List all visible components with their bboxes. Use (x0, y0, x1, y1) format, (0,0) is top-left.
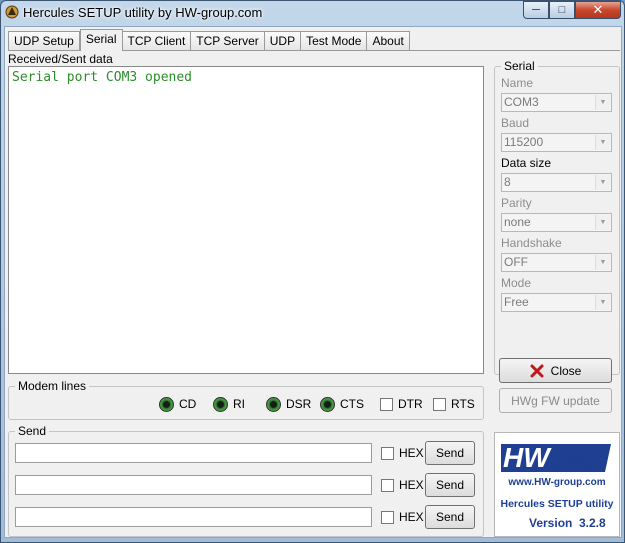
logo-version-number: 3.2.8 (579, 516, 606, 530)
tab-strip: UDP Setup Serial TCP Client TCP Server U… (8, 29, 410, 51)
mode-select[interactable]: Free ▼ (501, 293, 612, 312)
ri-label: RI (233, 397, 245, 411)
dsr-led-icon (266, 397, 281, 412)
maximize-icon: □ (558, 4, 566, 16)
hw-group-logo-graphic: HW group www.HW-group.com Hercules SETUP… (500, 442, 613, 530)
red-x-icon (530, 364, 544, 377)
logo-brand-text: HW (503, 442, 552, 473)
received-data-label: Received/Sent data (8, 52, 113, 66)
name-label: Name (501, 76, 534, 90)
close-icon: ✕ (592, 2, 604, 17)
hex-label-3: HEX (399, 510, 424, 524)
serial-settings-group: Serial Name COM3 ▼ Baud 115200 ▼ Data si… (494, 59, 620, 375)
ri-led-icon (213, 397, 228, 412)
baud-value: 115200 (504, 135, 544, 149)
hex-label-1: HEX (399, 446, 424, 460)
send-button-3[interactable]: Send (425, 505, 475, 529)
name-value: COM3 (504, 95, 539, 109)
maximize-button[interactable]: □ (549, 1, 575, 19)
baud-label: Baud (501, 116, 530, 130)
baud-select[interactable]: 115200 ▼ (501, 133, 612, 152)
send-input-1[interactable] (15, 443, 372, 463)
cts-label: CTS (340, 397, 364, 411)
chevron-down-icon: ▼ (595, 295, 610, 310)
send-button-2[interactable]: Send (425, 473, 475, 497)
rts-checkbox[interactable] (433, 398, 446, 411)
cd-led-icon (159, 397, 174, 412)
minimize-button[interactable]: ─ (523, 1, 549, 19)
tab-tcp-client[interactable]: TCP Client (122, 31, 192, 51)
send-group: Send HEX Send HEX Send HEX Send (8, 424, 484, 537)
cts-led-icon (320, 397, 335, 412)
dsr-label: DSR (286, 397, 312, 411)
hex-checkbox-1[interactable] (381, 447, 394, 460)
close-window-button[interactable]: ✕ (575, 1, 621, 19)
dtr-checkbox[interactable] (380, 398, 393, 411)
send-input-3[interactable] (15, 507, 372, 527)
chevron-down-icon: ▼ (595, 255, 610, 270)
handshake-select[interactable]: OFF ▼ (501, 253, 612, 272)
cd-label: CD (179, 397, 197, 411)
parity-select[interactable]: none ▼ (501, 213, 612, 232)
send-button-1[interactable]: Send (425, 441, 475, 465)
logo-group-text: group (553, 453, 596, 470)
send-title: Send (15, 424, 50, 438)
modem-lines-title: Modem lines (15, 379, 90, 393)
app-window: Hercules SETUP utility by HW-group.com ─… (0, 0, 625, 543)
data-size-value: 8 (504, 175, 511, 189)
data-size-select[interactable]: 8 ▼ (501, 173, 612, 192)
modem-lines-group: Modem lines CD RI DSR CTS DTR RTS (8, 379, 484, 420)
client-area: UDP Setup Serial TCP Client TCP Server U… (4, 26, 622, 538)
logo-product-text: Hercules SETUP utility (500, 498, 613, 510)
send-input-2[interactable] (15, 475, 372, 495)
hw-group-logo: HW group www.HW-group.com Hercules SETUP… (494, 432, 620, 537)
title-bar[interactable]: Hercules SETUP utility by HW-group.com ─… (1, 1, 624, 25)
close-port-button[interactable]: Close (499, 358, 612, 383)
hwg-fw-update-button[interactable]: HWg FW update (499, 388, 612, 413)
parity-value: none (504, 215, 531, 229)
chevron-down-icon: ▼ (595, 135, 610, 150)
tab-serial[interactable]: Serial (79, 29, 123, 51)
handshake-label: Handshake (501, 236, 562, 250)
handshake-value: OFF (504, 255, 528, 269)
mode-label: Mode (501, 276, 532, 290)
chevron-down-icon: ▼ (595, 215, 610, 230)
tab-udp[interactable]: UDP (264, 31, 302, 51)
hex-checkbox-3[interactable] (381, 511, 394, 524)
tab-udp-setup[interactable]: UDP Setup (8, 31, 80, 51)
mode-value: Free (504, 295, 529, 309)
logo-version-label: Version (529, 516, 572, 530)
data-size-label: Data size (501, 156, 552, 170)
hex-label-2: HEX (399, 478, 424, 492)
rts-label: RTS (451, 397, 475, 411)
tab-tcp-server[interactable]: TCP Server (191, 31, 265, 51)
name-select[interactable]: COM3 ▼ (501, 93, 612, 112)
chevron-down-icon: ▼ (595, 95, 610, 110)
hex-checkbox-2[interactable] (381, 479, 394, 492)
close-port-label: Close (550, 363, 582, 378)
window-title: Hercules SETUP utility by HW-group.com (23, 5, 263, 20)
tab-test-mode[interactable]: Test Mode (301, 31, 368, 51)
logo-url-text: www.HW-group.com (507, 477, 605, 488)
tab-about[interactable]: About (367, 31, 410, 51)
minimize-icon: ─ (532, 4, 540, 16)
received-data-area[interactable]: Serial port COM3 opened (8, 66, 484, 374)
chevron-down-icon: ▼ (595, 175, 610, 190)
serial-settings-title: Serial (501, 59, 538, 73)
dtr-label: DTR (398, 397, 423, 411)
parity-label: Parity (501, 196, 532, 210)
hercules-app-icon (5, 5, 19, 19)
